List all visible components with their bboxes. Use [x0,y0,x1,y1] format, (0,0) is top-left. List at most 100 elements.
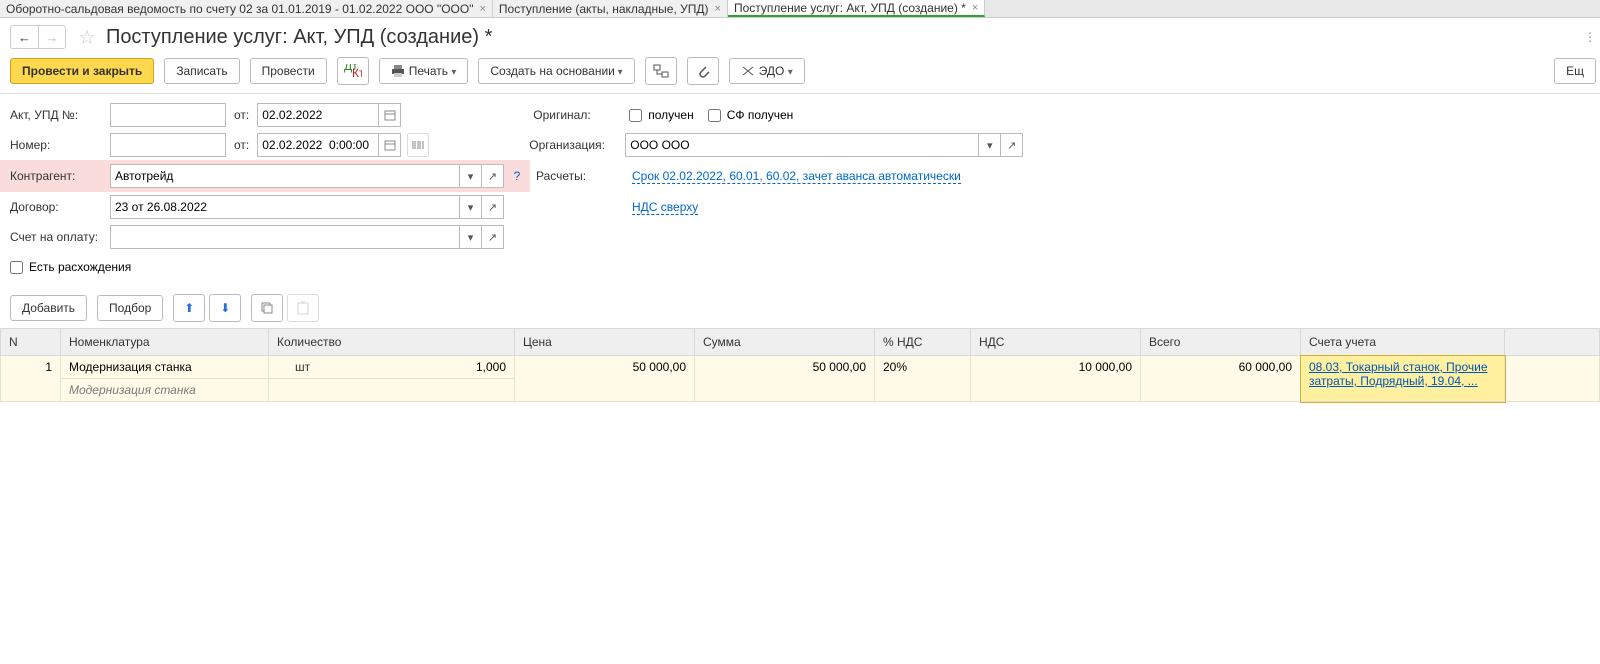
tab-2[interactable]: Поступление услуг: Акт, УПД (создание) *… [728,0,985,17]
divergence-checkbox[interactable] [10,261,23,274]
select-rows-button[interactable]: Подбор [97,295,163,321]
open-icon[interactable]: ↗ [1001,133,1023,157]
kontragent-label: Контрагент: [10,169,110,183]
form-area: Акт, УПД №: от: Оригинал: получен СФ пол… [0,94,1600,288]
tab-0[interactable]: Оборотно-сальдовая ведомость по счету 02… [0,0,493,17]
move-down-button[interactable]: ⬇ [209,294,241,322]
number-label: Номер: [10,138,110,152]
more-actions-button[interactable]: Ещ [1554,58,1596,84]
col-qty[interactable]: Количество [269,329,515,356]
cell-spacer [1505,356,1600,402]
nav-forward-button[interactable]: → [38,25,66,49]
close-icon[interactable]: × [479,3,485,15]
edo-icon [741,65,755,77]
cell-nom-sub[interactable]: Модернизация станка [61,379,269,402]
cell-price[interactable]: 50 000,00 [515,356,695,402]
paste-button[interactable] [287,294,319,322]
open-icon[interactable]: ↗ [482,195,504,219]
print-button[interactable]: Печать [379,58,469,84]
dogovor-label: Договор: [10,200,110,214]
number-date-input[interactable] [257,133,379,157]
open-icon[interactable]: ↗ [482,225,504,249]
page-title: Поступление услуг: Акт, УПД (создание) * [106,26,492,49]
col-accounts[interactable]: Счета учета [1301,329,1505,356]
window-menu-icon[interactable]: ⋮ [1584,30,1596,44]
cell-vat[interactable]: 10 000,00 [971,356,1141,402]
tab-1[interactable]: Поступление (акты, накладные, УПД)× [493,0,728,17]
calendar-icon[interactable] [379,103,401,127]
open-icon[interactable]: ↗ [482,164,504,188]
nds-link[interactable]: НДС сверху [632,200,698,215]
post-and-close-button[interactable]: Провести и закрыть [10,58,154,84]
col-n[interactable]: N [1,329,61,356]
received-label: получен [648,108,693,122]
barcode-icon[interactable] [407,133,429,157]
dropdown-icon[interactable]: ▾ [460,225,482,249]
structure-button[interactable] [645,57,677,85]
number-input[interactable] [110,133,226,157]
col-vat-pct[interactable]: % НДС [875,329,971,356]
close-icon[interactable]: × [715,3,721,15]
help-icon[interactable]: ? [508,169,526,183]
add-row-button[interactable]: Добавить [10,295,87,321]
copy-button[interactable] [251,294,283,322]
col-spacer [1505,329,1600,356]
col-sum[interactable]: Сумма [695,329,875,356]
accounts-link[interactable]: 08.03, Токарный станок, Прочие затраты, … [1309,360,1488,388]
calendar-icon[interactable] [379,133,401,157]
act-no-input[interactable] [110,103,226,127]
close-icon[interactable]: × [972,2,978,14]
col-vat[interactable]: НДС [971,329,1141,356]
cell-accounts[interactable]: 08.03, Токарный станок, Прочие затраты, … [1301,356,1505,402]
schet-label: Счет на оплату: [10,230,110,244]
tabs-bar: Оборотно-сальдовая ведомость по счету 02… [0,0,1600,18]
col-total[interactable]: Всего [1141,329,1301,356]
post-button[interactable]: Провести [250,58,327,84]
kontragent-input[interactable] [110,164,460,188]
cell-total[interactable]: 60 000,00 [1141,356,1301,402]
received-checkbox[interactable] [629,109,642,122]
col-price[interactable]: Цена [515,329,695,356]
sf-received-checkbox[interactable] [708,109,721,122]
sf-received-label: СФ получен [727,108,794,122]
cell-qty[interactable]: 1,000 шт [269,356,515,379]
divergence-label: Есть расхождения [29,260,131,274]
tab-label: Оборотно-сальдовая ведомость по счету 02… [6,2,473,16]
dropdown-icon[interactable]: ▾ [460,164,482,188]
schet-input[interactable] [110,225,460,249]
table-toolbar: Добавить Подбор ⬆ ⬇ [0,288,1600,328]
create-based-on-button[interactable]: Создать на основании [478,58,634,84]
favorite-star-icon[interactable]: ☆ [78,25,96,50]
nav-back-button[interactable]: ← [10,25,38,49]
raschet-label: Расчеты: [536,169,632,183]
services-table: N Номенклатура Количество Цена Сумма % Н… [0,328,1600,402]
from-label-1: от: [234,108,249,122]
raschet-link[interactable]: Срок 02.02.2022, 60.01, 60.02, зачет ава… [632,169,961,184]
cell-vat-pct[interactable]: 20% [875,356,971,402]
org-input[interactable] [625,133,979,157]
act-date-input[interactable] [257,103,379,127]
org-label: Организация: [529,138,625,152]
original-label: Оригинал: [533,108,629,122]
col-nom[interactable]: Номенклатура [61,329,269,356]
edo-button[interactable]: ЭДО [729,58,805,84]
cell-n[interactable]: 1 [1,356,61,402]
attach-button[interactable] [687,57,719,85]
table-row[interactable]: 1 Модернизация станка 1,000 шт 50 000,00… [1,356,1600,379]
act-no-label: Акт, УПД №: [10,108,110,122]
dogovor-input[interactable] [110,195,460,219]
cell-qty-sub[interactable] [269,379,515,402]
dropdown-icon[interactable]: ▾ [979,133,1001,157]
cell-nom[interactable]: Модернизация станка [61,356,269,379]
write-button[interactable]: Записать [164,58,239,84]
cell-sum[interactable]: 50 000,00 [695,356,875,402]
title-bar: ← → ☆ Поступление услуг: Акт, УПД (созда… [0,18,1600,54]
table-header-row: N Номенклатура Количество Цена Сумма % Н… [1,329,1600,356]
dt-kt-button[interactable]: ДтКт [337,57,369,85]
move-up-button[interactable]: ⬆ [173,294,205,322]
from-label-2: от: [234,138,249,152]
svg-text:Кт: Кт [352,66,362,78]
command-toolbar: Провести и закрыть Записать Провести ДтК… [0,54,1600,94]
tab-label: Поступление услуг: Акт, УПД (создание) * [734,1,966,15]
dropdown-icon[interactable]: ▾ [460,195,482,219]
